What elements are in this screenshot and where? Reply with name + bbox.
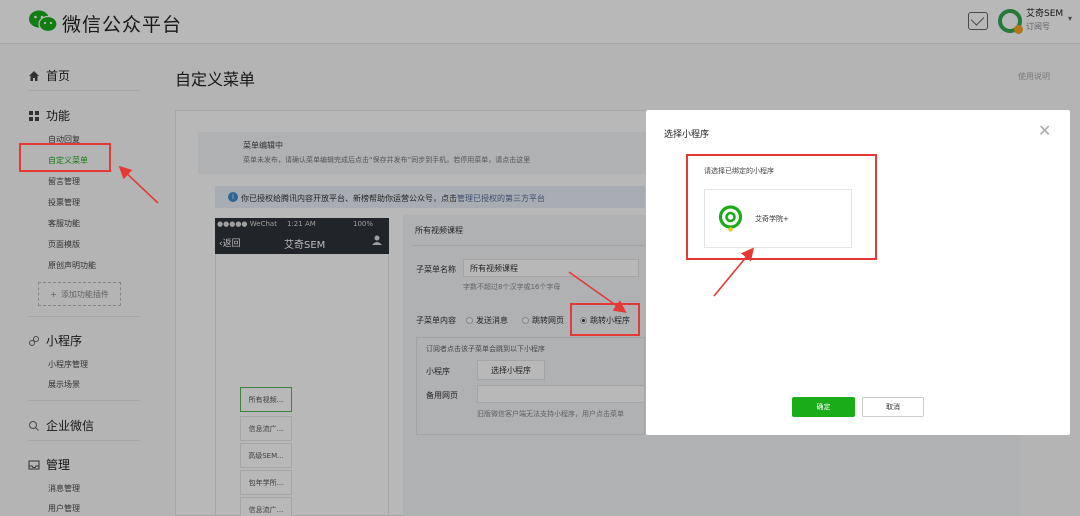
dialog-title: 选择小程序 [664, 130, 710, 140]
annotation-box-miniprogram-list [686, 154, 877, 260]
close-icon[interactable]: ✕ [1038, 121, 1051, 140]
confirm-button[interactable]: 确定 [792, 397, 855, 417]
cancel-button[interactable]: 取消 [862, 397, 924, 417]
annotation-box-jump-miniprogram [570, 303, 640, 336]
annotation-box-custom-menu [19, 143, 111, 172]
